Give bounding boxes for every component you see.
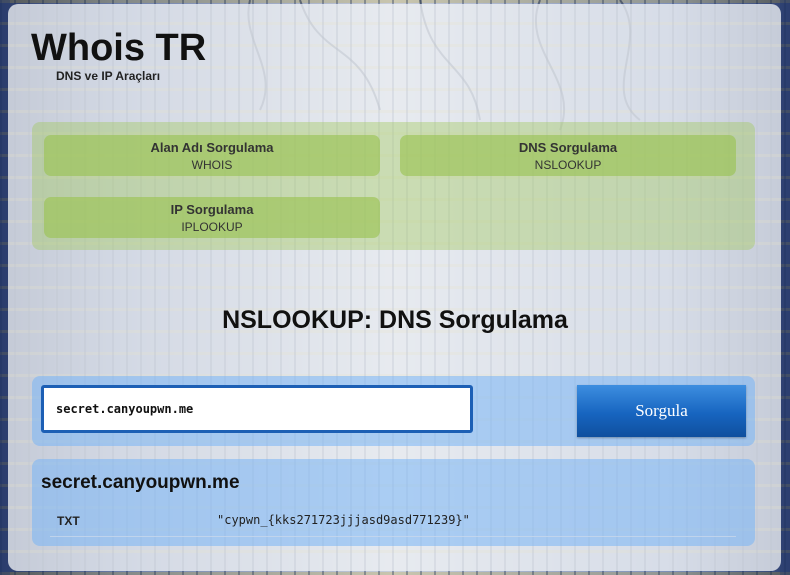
record-value: "cypwn_{kks271723jjjasd9asd771239}" <box>217 513 470 527</box>
site-subtitle: DNS ve IP Araçları <box>56 69 161 83</box>
result-row: TXT "cypwn_{kks271723jjjasd9asd771239}" <box>50 509 736 537</box>
record-type: TXT <box>57 514 80 528</box>
nav-item-label: Alan Adı Sorgulama <box>150 140 274 155</box>
nav-item-whois[interactable]: Alan Adı Sorgulama WHOIS <box>44 135 380 176</box>
query-button[interactable]: Sorgula <box>577 385 746 437</box>
nav-item-label: IP Sorgulama <box>170 202 254 217</box>
nav-item-label: DNS Sorgulama <box>518 140 618 155</box>
domain-search-input[interactable] <box>41 385 473 433</box>
nav-item-iplookup[interactable]: IP Sorgulama IPLOOKUP <box>44 197 380 238</box>
site-title[interactable]: Whois TR <box>31 28 206 68</box>
page-title: NSLOOKUP: DNS Sorgulama <box>222 306 568 334</box>
nav-item-nslookup[interactable]: DNS Sorgulama NSLOOKUP <box>400 135 736 176</box>
nav-item-sublabel: NSLOOKUP <box>534 158 602 172</box>
result-domain: secret.canyoupwn.me <box>41 472 240 493</box>
nav-item-sublabel: WHOIS <box>191 158 233 172</box>
nav-item-sublabel: IPLOOKUP <box>181 220 243 234</box>
